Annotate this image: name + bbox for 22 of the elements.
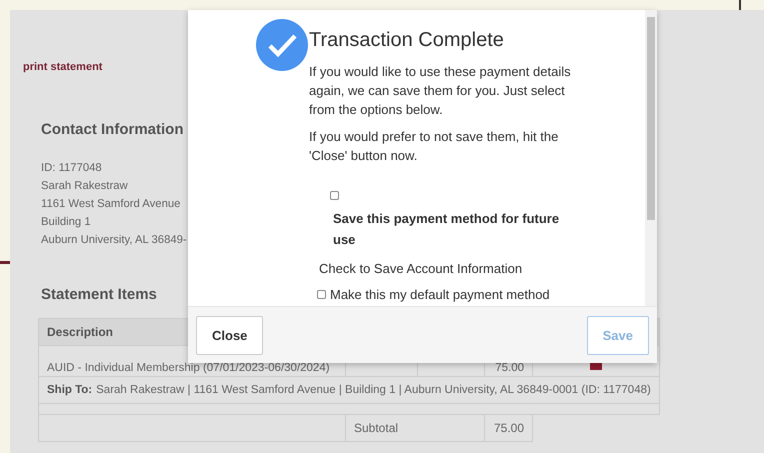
address-line: Sarah Rakestraw xyxy=(41,179,128,194)
print-statement-link[interactable]: print statement xyxy=(23,61,102,73)
check-circle-icon xyxy=(256,19,308,71)
scrollbar[interactable] xyxy=(645,10,657,306)
ship-to-cell: Ship To: Sarah Rakestraw | 1161 West Samford Avenue | Building 1 | Auburn University, AL 36849-0001 (ID: 1177048) xyxy=(38,376,660,404)
close-button[interactable]: Close xyxy=(196,316,264,354)
section-heading: Contact Information xyxy=(41,121,184,138)
address-line: 1161 West Samford Avenue xyxy=(41,197,180,212)
dialog-title: Transaction Complete xyxy=(309,29,505,52)
section-heading: Statement Items xyxy=(41,286,157,303)
address-line: Auburn University, AL 36849- xyxy=(41,233,187,248)
address-line: ID: 1177048 xyxy=(41,161,102,176)
checkbox[interactable] xyxy=(330,191,339,200)
checkbox[interactable] xyxy=(317,290,326,299)
checkbox-label: Save this payment method for future use xyxy=(333,210,560,249)
checkbox-label: Make this my default payment method xyxy=(330,287,550,302)
table-cell: Subtotal xyxy=(346,414,484,442)
address-line: Building 1 xyxy=(41,215,91,230)
hint-text: Check to Save Account Information xyxy=(319,261,524,276)
dialog-message: If you would like to use these payment details again, we can save them for you. Just select from the options below. xyxy=(309,63,572,119)
dialog-message: If you would prefer to not save them, hit the 'Close' button now. xyxy=(309,128,560,165)
table-cell: 75.00 xyxy=(484,414,532,442)
